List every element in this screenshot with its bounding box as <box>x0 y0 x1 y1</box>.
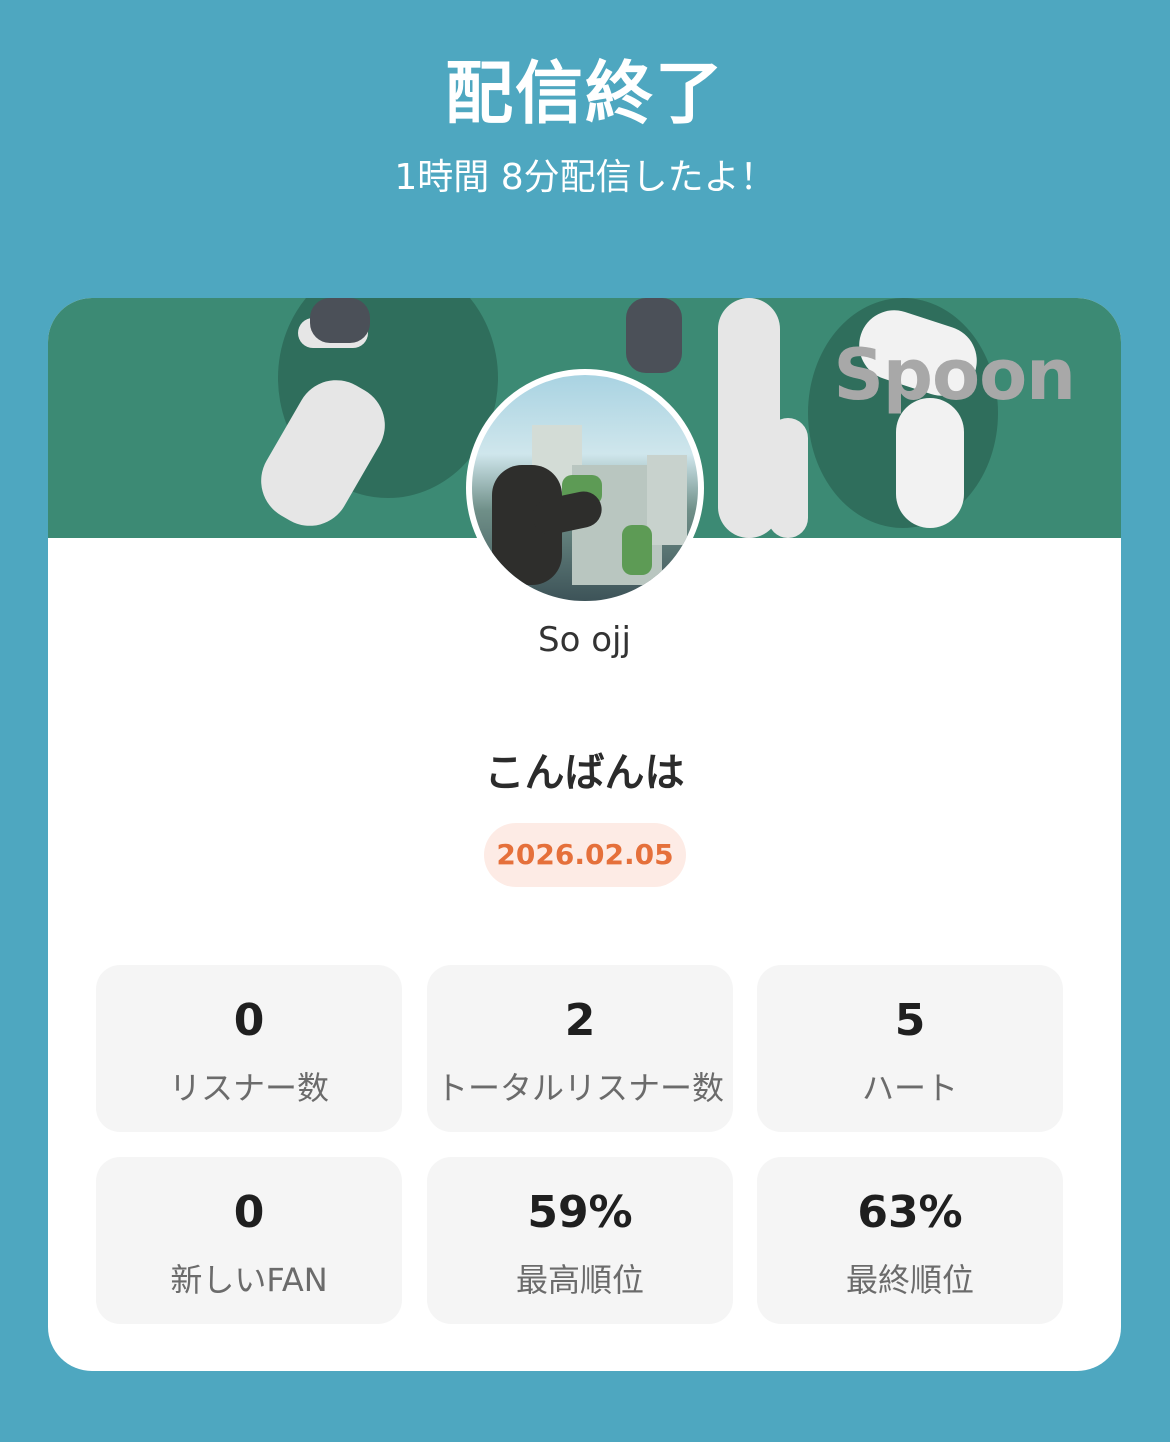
stat-label: ハート <box>861 1069 958 1107</box>
stat-label: 最高順位 <box>515 1261 644 1299</box>
stat-final-rank: 63% 最終順位 <box>757 1157 1063 1324</box>
broadcast-summary-card: Spoon So ojj こんばんは 2026.02.05 0 リスナー数 2 … <box>48 298 1121 1371</box>
stat-value: 2 <box>564 995 596 1046</box>
stat-value: 63% <box>857 1187 963 1238</box>
stat-new-fans: 0 新しいFAN <box>96 1157 402 1324</box>
stat-label: 新しいFAN <box>170 1261 328 1299</box>
avatar[interactable] <box>466 369 704 607</box>
page-title: 配信終了 <box>444 55 725 134</box>
character-figure <box>626 298 682 373</box>
character-tail <box>896 398 964 528</box>
stat-label: トータルリスナー数 <box>435 1069 724 1107</box>
stat-value: 0 <box>233 995 265 1046</box>
banner-decoration <box>768 418 808 538</box>
stat-highest-rank: 59% 最高順位 <box>427 1157 733 1324</box>
stat-value: 0 <box>233 1187 265 1238</box>
stat-value: 59% <box>527 1187 633 1238</box>
stat-label: リスナー数 <box>168 1069 329 1107</box>
spoon-logo: Spoon <box>833 334 1076 416</box>
avatar-building <box>647 455 687 545</box>
stat-label: 最終順位 <box>845 1261 974 1299</box>
stat-value: 5 <box>894 995 926 1046</box>
avatar-foliage <box>622 525 652 575</box>
stat-hearts: 5 ハート <box>757 965 1063 1132</box>
username: So ojj <box>538 620 631 660</box>
stat-listeners: 0 リスナー数 <box>96 965 402 1132</box>
stream-title: こんばんは <box>484 750 685 796</box>
date-badge: 2026.02.05 <box>484 823 686 887</box>
stat-total-listeners: 2 トータルリスナー数 <box>427 965 733 1132</box>
character-figure <box>310 298 370 343</box>
broadcast-duration: 1時間 8分配信したよ！ <box>394 157 776 198</box>
